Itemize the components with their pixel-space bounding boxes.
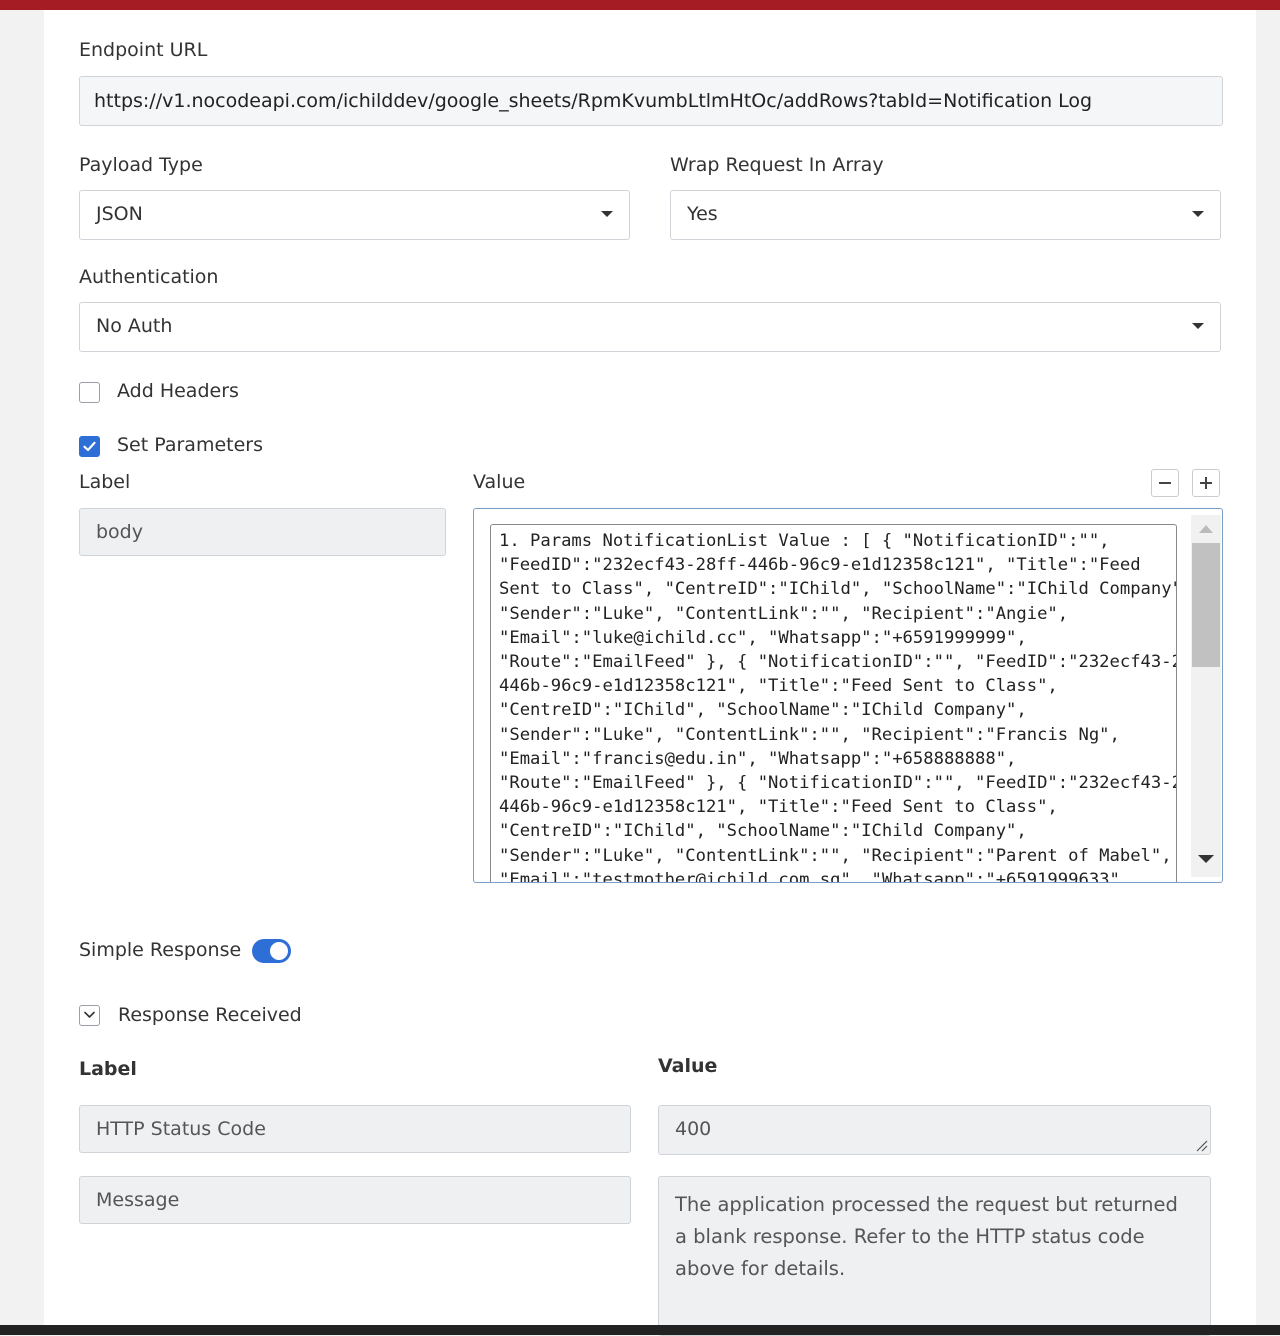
chevron-down-icon	[1192, 323, 1204, 329]
chevron-down-icon	[84, 1011, 95, 1018]
status-code-value: 400	[675, 1118, 712, 1140]
authentication-select[interactable]: No Auth	[79, 302, 1221, 352]
endpoint-url-label: Endpoint URL	[79, 39, 208, 61]
bottom-bar	[0, 1325, 1280, 1335]
response-value-message[interactable]: The application processed the request bu…	[658, 1176, 1211, 1336]
payload-type-value: JSON	[96, 203, 143, 225]
wrap-request-select[interactable]: Yes	[670, 190, 1221, 240]
response-value-status[interactable]: 400	[658, 1105, 1211, 1155]
param-label-value: body	[96, 521, 143, 543]
simple-response-toggle[interactable]	[252, 939, 291, 963]
param-value-container: 1. Params NotificationList Value : [ { "…	[473, 508, 1223, 883]
wrap-request-label: Wrap Request In Array	[670, 154, 884, 176]
endpoint-url-value: https://v1.nocodeapi.com/ichilddev/googl…	[94, 90, 1093, 112]
add-headers-checkbox[interactable]	[79, 382, 100, 403]
message-value: The application processed the request bu…	[675, 1193, 1178, 1280]
response-received-collapse-button[interactable]	[79, 1005, 100, 1026]
chevron-down-icon	[1192, 211, 1204, 217]
top-accent-bar	[0, 0, 1280, 10]
payload-type-select[interactable]: JSON	[79, 190, 630, 240]
chevron-down-icon	[601, 211, 613, 217]
authentication-label: Authentication	[79, 266, 219, 288]
remove-parameter-button[interactable]	[1151, 469, 1179, 497]
wrap-request-value: Yes	[687, 203, 718, 225]
response-label-header: Label	[79, 1058, 137, 1080]
endpoint-url-input[interactable]: https://v1.nocodeapi.com/ichilddev/googl…	[79, 76, 1223, 126]
payload-type-label: Payload Type	[79, 154, 203, 176]
response-received-label: Response Received	[118, 1004, 302, 1026]
toggle-knob	[270, 942, 288, 960]
param-value-scrollbar[interactable]	[1191, 515, 1221, 877]
param-label-input[interactable]: body	[79, 508, 446, 556]
scroll-up-arrow-icon[interactable]	[1199, 525, 1213, 533]
response-value-header: Value	[658, 1055, 718, 1077]
scroll-down-arrow-icon[interactable]	[1198, 855, 1214, 863]
response-label-input-message[interactable]: Message	[79, 1176, 631, 1224]
params-value-header: Value	[473, 471, 526, 493]
set-parameters-checkbox[interactable]	[79, 436, 100, 457]
params-label-header: Label	[79, 471, 131, 493]
webhook-form-panel: Endpoint URL https://v1.nocodeapi.com/ic…	[44, 10, 1256, 1336]
response-label-message: Message	[96, 1189, 180, 1211]
check-icon	[83, 441, 96, 452]
param-value-textarea[interactable]: 1. Params NotificationList Value : [ { "…	[490, 524, 1177, 882]
authentication-value: No Auth	[96, 315, 173, 337]
resize-grip-icon[interactable]	[1194, 1138, 1208, 1152]
response-label-status: HTTP Status Code	[96, 1118, 266, 1140]
set-parameters-label: Set Parameters	[117, 434, 263, 456]
simple-response-label: Simple Response	[79, 939, 242, 961]
scrollbar-thumb[interactable]	[1192, 543, 1220, 667]
add-parameter-button[interactable]	[1192, 469, 1220, 497]
response-label-input-status[interactable]: HTTP Status Code	[79, 1105, 631, 1153]
add-headers-label: Add Headers	[117, 380, 239, 402]
plus-icon	[1200, 477, 1212, 489]
param-value-text: 1. Params NotificationList Value : [ { "…	[499, 531, 1176, 882]
minus-icon	[1159, 482, 1171, 484]
